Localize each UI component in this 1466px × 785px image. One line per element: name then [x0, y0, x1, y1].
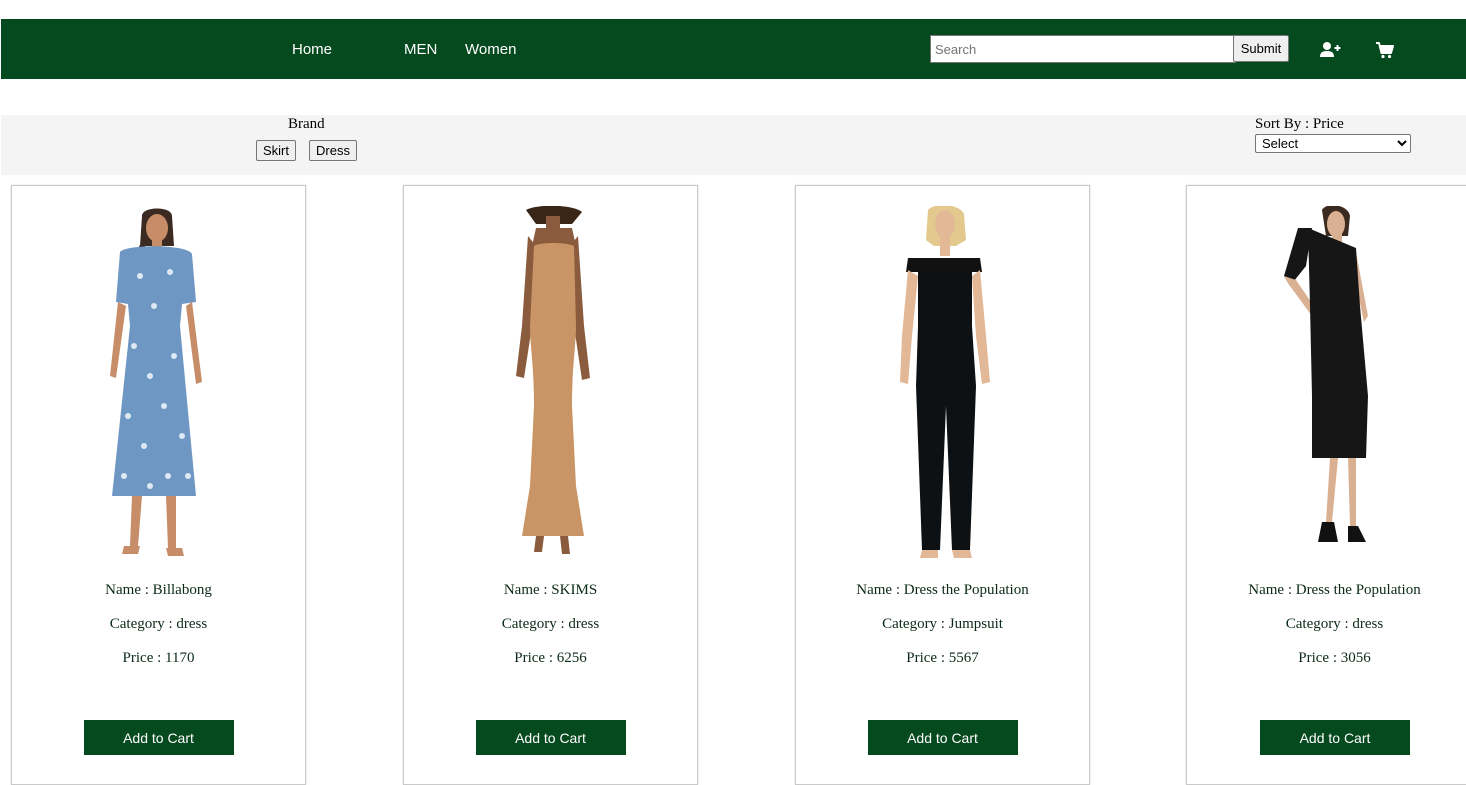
product-name: Name : Billabong [105, 582, 212, 598]
sort-by-label: Sort By : Price [1255, 116, 1344, 132]
product-image-tan-maxi-dress [515, 206, 590, 554]
add-to-cart-button[interactable]: Add to Cart [867, 720, 1018, 755]
product-category: Category : dress [1285, 616, 1384, 632]
product-name: Name : Dress the Population [1248, 582, 1421, 598]
product-card: Name : SKIMS Category : dress Price : 62… [403, 185, 698, 785]
nav-link-home[interactable]: Home [292, 41, 332, 58]
product-price: Price : 1170 [122, 650, 195, 666]
product-card: Name : Dress the Population Category : J… [795, 185, 1090, 785]
product-name: Name : SKIMS [503, 582, 598, 598]
product-image-blue-floral-dress [109, 208, 202, 556]
cart-icon[interactable] [1374, 39, 1396, 61]
product-category: Category : dress [109, 616, 208, 632]
filter-skirt-button[interactable]: Skirt [256, 140, 296, 161]
sort-select[interactable]: Select [1255, 134, 1411, 153]
search-input[interactable] [930, 35, 1236, 63]
add-to-cart-button[interactable]: Add to Cart [475, 720, 626, 755]
add-to-cart-button[interactable]: Add to Cart [83, 720, 234, 755]
filter-dress-button[interactable]: Dress [309, 140, 357, 161]
add-to-cart-button[interactable]: Add to Cart [1260, 720, 1410, 755]
product-image-black-jumpsuit [899, 206, 990, 558]
product-category: Category : Jumpsuit [882, 616, 1003, 632]
product-image-black-one-shoulder-dress [1284, 206, 1368, 542]
product-price: Price : 5567 [906, 650, 979, 666]
product-price: Price : 3056 [1298, 650, 1371, 666]
brand-filter-label: Brand [288, 116, 325, 132]
filter-bar: Brand Skirt Dress Sort By : Price Select [1, 115, 1466, 175]
product-card: Name : Dress the Population Category : d… [1186, 185, 1466, 785]
product-category: Category : dress [501, 616, 600, 632]
product-price: Price : 6256 [514, 650, 587, 666]
top-navbar: Home MEN Women Submit [1, 19, 1466, 79]
nav-link-women[interactable]: Women [465, 41, 516, 58]
product-name: Name : Dress the Population [856, 582, 1029, 598]
product-card: Name : Billabong Category : dress Price … [11, 185, 306, 785]
nav-link-men[interactable]: MEN [404, 41, 437, 58]
add-user-icon[interactable] [1319, 39, 1341, 61]
search-submit-button[interactable]: Submit [1233, 35, 1289, 62]
